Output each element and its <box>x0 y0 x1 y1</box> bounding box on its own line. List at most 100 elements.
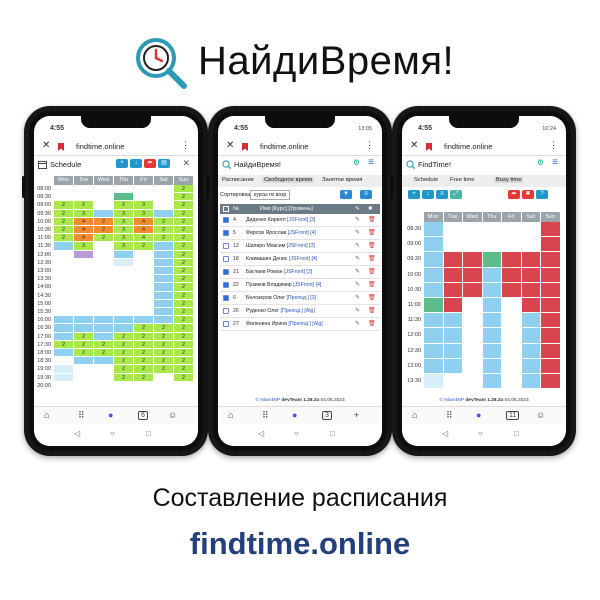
schedule-cell[interactable] <box>154 308 174 317</box>
schedule-cell[interactable]: 3 <box>134 209 154 218</box>
row-checkbox[interactable] <box>223 230 229 236</box>
select-all-checkbox[interactable] <box>223 206 229 212</box>
user-settings-icon[interactable]: ⚙ <box>353 158 360 167</box>
row-checkbox[interactable] <box>223 243 229 249</box>
schedule-cell[interactable]: 2 <box>114 340 134 349</box>
busy-cell[interactable] <box>502 252 522 268</box>
schedule-cell[interactable]: 2 <box>174 291 194 300</box>
schedule-cell[interactable]: 2 <box>174 365 194 374</box>
busy-cell[interactable] <box>502 267 522 283</box>
delete-icon[interactable]: 🗑 <box>368 292 376 305</box>
tab-busy-time[interactable]: Занятое время <box>322 177 362 183</box>
schedule-cell[interactable]: 2 <box>54 234 74 243</box>
schedule-cell[interactable]: 2 <box>134 242 154 251</box>
schedule-cell[interactable] <box>154 250 174 259</box>
schedule-cell[interactable]: 2 <box>134 349 154 358</box>
tab-schedule[interactable]: Расписание <box>222 177 254 183</box>
schedule-cell[interactable]: 2 <box>174 193 194 202</box>
schedule-cell[interactable]: 2 <box>174 357 194 366</box>
schedule-grid[interactable]: Mon Tue Wed Thu Fri Sat Sun 08:00 08:30 09:00 09:3… <box>34 176 198 396</box>
schedule-cell[interactable] <box>54 324 74 333</box>
delete-button[interactable]: ✖ <box>522 190 534 199</box>
more-menu-icon[interactable]: ⋮ <box>181 140 190 151</box>
schedule-cell[interactable]: 2 <box>174 373 194 382</box>
more-menu-icon[interactable]: ⋮ <box>365 140 374 151</box>
schedule-cell[interactable] <box>74 357 94 366</box>
row-checkbox[interactable] <box>223 217 229 223</box>
schedule-cell[interactable]: 2 <box>54 226 74 235</box>
busy-cell[interactable] <box>541 298 561 314</box>
busy-cell[interactable] <box>424 328 444 344</box>
schedule-cell[interactable]: 2 <box>134 357 154 366</box>
home-icon[interactable]: ⌂ <box>228 410 233 420</box>
schedule-cell[interactable]: 2 <box>154 365 174 374</box>
delete-icon[interactable]: 🗑 <box>368 305 376 318</box>
delete-icon[interactable]: 🗑 <box>368 266 376 279</box>
close-icon[interactable]: ✕ <box>42 140 50 151</box>
schedule-cell[interactable]: 3 <box>114 226 134 235</box>
back-icon[interactable]: ◁ <box>74 429 80 438</box>
assistant-icon[interactable]: ● <box>108 410 113 420</box>
busy-cell[interactable] <box>482 343 502 359</box>
row-checkbox[interactable] <box>223 295 229 301</box>
schedule-cell[interactable] <box>154 209 174 218</box>
schedule-cell[interactable]: 2 <box>134 340 154 349</box>
schedule-cell[interactable]: 2 <box>154 349 174 358</box>
schedule-cell[interactable]: 2 <box>174 234 194 243</box>
browser-url-bar[interactable]: ✕ findtime.online ⋮ <box>218 138 382 156</box>
busy-cell[interactable] <box>443 358 463 374</box>
tabs-count[interactable]: 3 <box>322 411 332 420</box>
schedule-cell[interactable]: 2 <box>54 209 74 218</box>
busy-cell[interactable] <box>463 267 483 283</box>
busy-cell[interactable] <box>541 252 561 268</box>
sort-select[interactable]: курсы по возр <box>250 190 291 200</box>
busy-cell[interactable] <box>541 328 561 344</box>
schedule-cell[interactable]: 2 <box>134 332 154 341</box>
recents-icon[interactable]: □ <box>514 429 519 438</box>
busy-cell[interactable] <box>424 374 444 390</box>
busy-cell[interactable] <box>521 343 541 359</box>
busy-cell[interactable] <box>482 267 502 283</box>
recents-icon[interactable]: □ <box>330 429 335 438</box>
schedule-cell[interactable]: 2 <box>174 349 194 358</box>
add-button[interactable]: + <box>116 159 128 168</box>
schedule-cell[interactable]: 2 <box>174 242 194 251</box>
busy-cell[interactable] <box>482 358 502 374</box>
browser-url-bar[interactable]: ✕ findtime.online ⋮ <box>34 138 198 156</box>
busy-cell[interactable] <box>424 222 444 238</box>
busy-cell[interactable] <box>482 328 502 344</box>
delete-icon[interactable]: 🗑 <box>368 279 376 292</box>
schedule-cell[interactable] <box>74 250 94 259</box>
busy-cell[interactable] <box>482 282 502 298</box>
busy-cell[interactable] <box>502 282 522 298</box>
schedule-cell[interactable]: 2 <box>154 226 174 235</box>
busy-cell[interactable] <box>424 343 444 359</box>
row-checkbox[interactable] <box>223 321 229 327</box>
busy-cell[interactable] <box>541 343 561 359</box>
busy-cell[interactable] <box>541 358 561 374</box>
schedule-cell[interactable] <box>154 258 174 267</box>
busy-cell[interactable] <box>424 298 444 314</box>
schedule-cell[interactable]: 2 <box>154 234 174 243</box>
edit-icon[interactable]: ✎ <box>355 305 360 318</box>
schedule-cell[interactable]: 3 <box>114 209 134 218</box>
site-link[interactable]: findtime.online <box>0 526 600 562</box>
delete-icon[interactable]: 🗑 <box>368 214 376 227</box>
busy-cell[interactable] <box>521 252 541 268</box>
list-item[interactable]: 5 Фирсов Ярослав [JSFront] [4] ✎ 🗑 <box>220 227 380 240</box>
schedule-cell[interactable]: 2 <box>174 308 194 317</box>
busy-cell[interactable] <box>443 343 463 359</box>
busy-cell[interactable] <box>463 252 483 268</box>
home-circle-icon[interactable]: ○ <box>478 429 483 438</box>
schedule-cell[interactable]: 2 <box>174 275 194 284</box>
busy-cell[interactable] <box>521 267 541 283</box>
menu-button[interactable]: ≡ <box>360 190 372 199</box>
schedule-cell[interactable]: 2 <box>154 324 174 333</box>
list-item[interactable]: 4 Диденко Кирилл [JSFront] [3] ✎ 🗑 <box>220 214 380 227</box>
schedule-cell[interactable]: 3 <box>134 201 154 210</box>
close-icon[interactable]: ✕ <box>182 158 190 169</box>
apps-icon[interactable]: ⠿ <box>262 410 269 421</box>
row-checkbox[interactable] <box>223 256 229 262</box>
tab-busy-time[interactable]: Busy time <box>494 177 524 183</box>
busy-cell[interactable] <box>424 282 444 298</box>
